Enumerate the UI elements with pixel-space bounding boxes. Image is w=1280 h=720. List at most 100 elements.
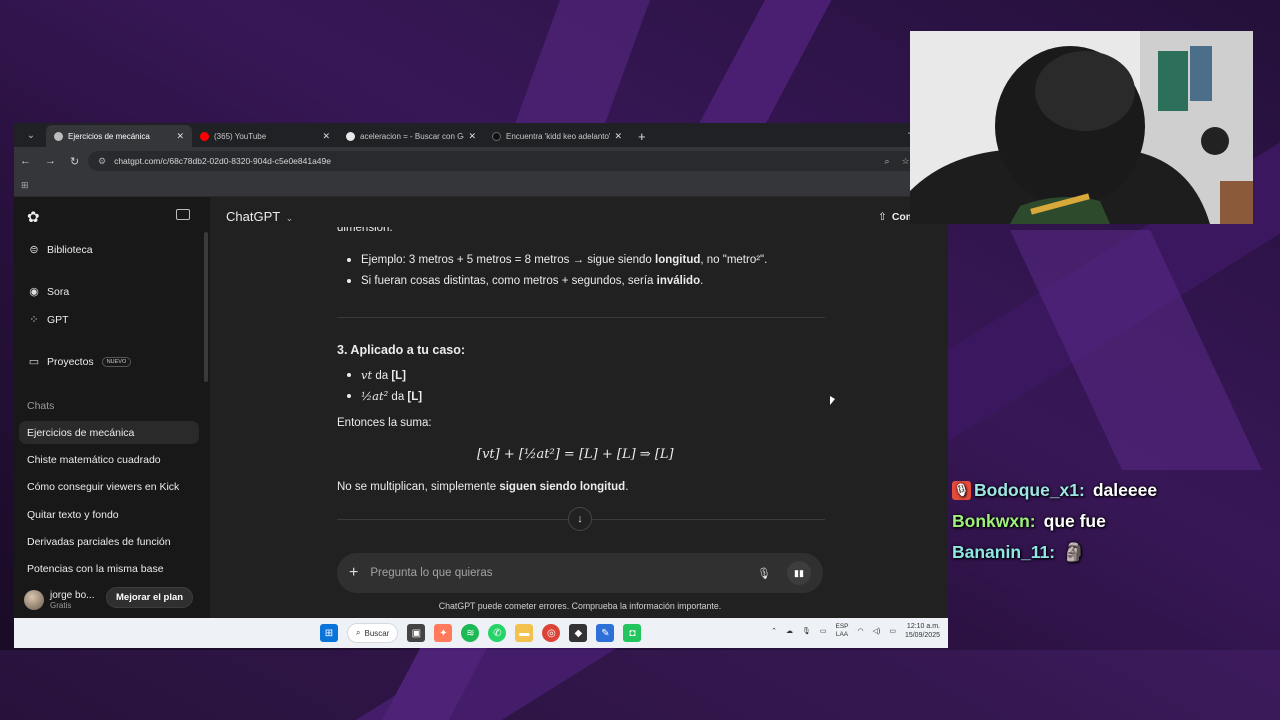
list-item: vt da [L] xyxy=(347,368,406,382)
chrome-icon[interactable]: ◎ xyxy=(542,624,561,642)
close-tab-icon[interactable]: ✕ xyxy=(614,131,622,142)
chat-username: Bonkwxn: xyxy=(952,511,1036,531)
app-cube-icon[interactable]: ◆ xyxy=(569,624,588,642)
prompt-input[interactable]: Pregunta lo que quieras xyxy=(370,567,757,579)
grid-icon: ⁘ xyxy=(29,314,39,326)
cloud-icon[interactable]: ☁ xyxy=(786,627,793,635)
language-indicator[interactable]: ESP LAA xyxy=(835,623,848,639)
microphone-icon[interactable]: 🎙︎ xyxy=(757,567,771,580)
file-explorer-icon[interactable]: ▬ xyxy=(515,624,534,642)
sidebar-toggle-icon[interactable] xyxy=(176,209,190,220)
chevron-up-icon[interactable]: ⌃ xyxy=(771,627,777,635)
bullet-bold: [L] xyxy=(407,391,423,403)
plus-icon[interactable]: + xyxy=(349,564,358,582)
site-info-icon[interactable]: ⚙ xyxy=(98,156,106,167)
tab-youtube[interactable]: (365) YouTube ✕ xyxy=(192,125,338,147)
editor-icon[interactable]: ✎ xyxy=(596,624,615,642)
chat-item[interactable]: Potencias con la misma base xyxy=(19,557,199,580)
new-tab-button[interactable]: + xyxy=(638,129,646,144)
scroll-to-bottom-button[interactable]: ↓ xyxy=(568,507,592,531)
paragraph: No se multiplican, simplemente siguen si… xyxy=(337,481,628,493)
bullet-text: Si fueran cosas distintas, como metros +… xyxy=(361,275,657,287)
taskbar-search[interactable]: ⌕ Buscar xyxy=(347,623,399,643)
sidebar-item-biblioteca[interactable]: ⊜ Biblioteca xyxy=(14,243,210,257)
tab-title: Encuentra 'kidd keo adelanto' e xyxy=(506,131,611,141)
chat-username: Bodoque_x1: xyxy=(974,480,1085,500)
back-icon[interactable]: ← xyxy=(20,155,31,167)
tab-strip: ⌄ Ejercicios de mecánica ✕ (365) YouTube… xyxy=(14,123,948,147)
chats-heading: Chats xyxy=(27,400,55,412)
clock[interactable]: 12:10 a.m. 15/09/2025 xyxy=(905,622,940,640)
paragraph-bold: siguen siendo longitud xyxy=(499,481,626,493)
composer[interactable]: + Pregunta lo que quieras 🎙︎ ▮▮ xyxy=(337,553,823,593)
bullet-text: . xyxy=(700,275,704,287)
sidebar: ✿ ⊜ Biblioteca ◉ Sora ⁘ GPT ▭ Proyectos … xyxy=(14,197,210,618)
kick-icon[interactable]: ◘ xyxy=(623,624,642,642)
lang-layout: LAA xyxy=(835,631,849,638)
sidebar-item-proyectos[interactable]: ▭ Proyectos NUEVO xyxy=(14,355,210,368)
new-badge: NUEVO xyxy=(101,356,132,367)
clock-time: 12:10 a.m. xyxy=(906,623,940,630)
close-tab-icon[interactable]: ✕ xyxy=(176,131,184,142)
chat-item[interactable]: Cómo conseguir viewers en Kick xyxy=(19,475,199,498)
chat-text: daleeee xyxy=(1092,480,1158,500)
avatar xyxy=(24,590,44,610)
sidebar-item-label: Biblioteca xyxy=(47,243,93,256)
chat-username: Bananin_11: xyxy=(952,542,1056,562)
battery-icon[interactable]: ▭ xyxy=(889,627,896,635)
webcam-overlay xyxy=(910,31,1253,224)
chevron-down-icon: ⌄ xyxy=(285,213,294,223)
chatgpt-favicon-icon xyxy=(54,131,63,141)
profile-menu[interactable]: jorge bo... Gratis xyxy=(24,590,94,610)
reload-icon[interactable]: ↻ xyxy=(70,155,79,168)
user-name: jorge bo... xyxy=(50,590,95,601)
mic-tray-icon[interactable]: 🎙︎ xyxy=(802,627,811,635)
search-label: Buscar xyxy=(364,628,390,638)
search-icon: ⌕ xyxy=(356,628,361,637)
stream-chat: 🎙︎ Bodoque_x1: daleeee Bonkwxn: que fue … xyxy=(952,475,1272,568)
sidebar-item-sora[interactable]: ◉ Sora xyxy=(14,285,210,299)
windows-start-icon[interactable]: ⊞ xyxy=(320,624,338,642)
url-text: chatgpt.com/c/68c78db2-02d0-8320-904d-c5… xyxy=(114,156,331,166)
voice-mode-icon[interactable]: ▮▮ xyxy=(787,561,811,585)
copilot-icon[interactable]: ✦ xyxy=(434,624,453,642)
chat-item[interactable]: Ejercicios de mecánica xyxy=(19,421,199,444)
tab-google[interactable]: aceleracion = - Buscar con Goo ✕ xyxy=(338,125,484,147)
windows-taskbar: ⊞ ⌕ Buscar ▣ ✦ ≋ ✆ ▬ ◎ ◆ ✎ ◘ ⌃ ☁ 🎙︎ ▭ ES… xyxy=(14,618,948,648)
bullet-bold: inválido xyxy=(656,275,701,287)
apps-grid-icon[interactable]: ⊞ xyxy=(21,180,29,191)
forward-icon[interactable]: → xyxy=(45,155,56,167)
bg-stripe xyxy=(1010,230,1262,470)
bookmark-star-icon[interactable]: ☆ xyxy=(901,156,909,167)
spotify-icon[interactable]: ≋ xyxy=(461,624,480,642)
list-item: Ejemplo: 3 metros + 5 metros = 8 metros … xyxy=(347,254,767,266)
clipped-text: dimensión. xyxy=(337,227,393,234)
close-tab-icon[interactable]: ✕ xyxy=(468,131,476,142)
address-bar[interactable]: ⚙ chatgpt.com/c/68c78db2-02d0-8320-904d-… xyxy=(88,151,938,171)
close-tab-icon[interactable]: ✕ xyxy=(322,131,330,142)
zoom-icon[interactable]: ⌕ xyxy=(884,156,889,167)
chat-item[interactable]: Derivadas parciales de función xyxy=(19,530,199,553)
chat-message: 🎙︎ Bodoque_x1: daleeee xyxy=(952,475,1272,506)
sidebar-item-gpt[interactable]: ⁘ GPT xyxy=(14,313,210,327)
whatsapp-icon[interactable]: ✆ xyxy=(488,624,507,642)
openai-logo-icon[interactable]: ✿ xyxy=(27,208,40,226)
wifi-icon[interactable]: ◠ xyxy=(858,627,864,635)
upgrade-plan-button[interactable]: Mejorar el plan xyxy=(106,587,194,608)
browser-toolbar: ← → ↻ ⚙ chatgpt.com/c/68c78db2-02d0-8320… xyxy=(14,147,948,175)
clock-date: 15/09/2025 xyxy=(904,632,940,639)
tab-search-icon[interactable]: ⌄ xyxy=(20,125,42,145)
chat-item[interactable]: Chiste matemático cuadrado xyxy=(19,448,199,471)
volume-icon[interactable]: ◁) xyxy=(873,627,881,635)
chat-item[interactable]: Quitar texto y fondo xyxy=(19,503,199,526)
model-selector[interactable]: ChatGPT ⌄ xyxy=(226,209,293,224)
list-item: Si fueran cosas distintas, como metros +… xyxy=(347,275,703,287)
tab-ejercicios[interactable]: Ejercicios de mecánica ✕ xyxy=(46,125,192,147)
share-icon: ⇧ xyxy=(878,211,887,223)
tab-tiktok[interactable]: Encuentra 'kidd keo adelanto' e ✕ xyxy=(484,125,630,147)
chat-message: Bonkwxn: que fue xyxy=(952,506,1272,537)
sidebar-scrollbar[interactable] xyxy=(204,232,208,382)
device-icon[interactable]: ▭ xyxy=(820,627,827,635)
task-view-icon[interactable]: ▣ xyxy=(407,624,426,642)
bullet-text: da xyxy=(388,391,408,403)
